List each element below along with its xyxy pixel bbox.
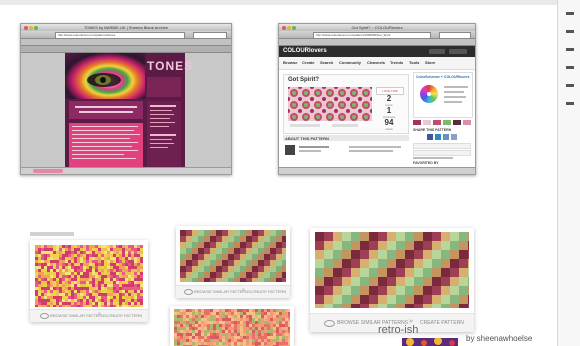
stat-value: 2 [386, 94, 392, 103]
main-nav: Browse Create Search Community Channels … [279, 57, 475, 70]
tab-strip[interactable] [21, 46, 231, 53]
pattern-noise [35, 245, 143, 307]
browser-window-tones[interactable]: TONES by BARBIE.UK | Sheena Blank Archiv… [20, 23, 232, 175]
eye-icon [40, 313, 49, 319]
status-bar [279, 167, 475, 174]
pattern-card-diagonal-small[interactable]: BROWSE SIMILAR PATTERNS » CREATE PATTERN [176, 226, 290, 298]
page-viewport: TONES [21, 53, 231, 167]
nav-tools[interactable]: Tools [409, 60, 419, 65]
site-header: COLOURlovers [279, 46, 475, 57]
nav-store[interactable]: Store [425, 60, 435, 65]
stat-value: 94 [384, 118, 394, 127]
love-label: LOVE THIS [382, 89, 398, 93]
stat-label: views [385, 127, 393, 131]
nav-search[interactable]: Search [320, 60, 333, 65]
page-column: TONES [65, 53, 192, 167]
toolbar: http://www.colourlovers.com/patterns/ton… [21, 31, 231, 39]
swatch-row [413, 120, 471, 125]
nav-browse[interactable]: Browse [283, 60, 297, 65]
create-pattern-link[interactable]: CREATE PATTERN [107, 313, 142, 318]
pattern-name-retro[interactable]: retro-ish [378, 324, 418, 336]
about-header: ABOUT THIS PATTERN [283, 135, 409, 141]
article-body [69, 123, 143, 167]
stat-views: 94 views [378, 118, 400, 132]
nav-channels[interactable]: Channels [367, 60, 385, 65]
pattern-card-peach[interactable] [170, 306, 294, 346]
url-field[interactable]: http://www.colourlovers.com/patterns/ton… [55, 32, 185, 39]
eye-icon [184, 289, 193, 295]
pattern-diagonal-large [315, 232, 469, 308]
search-input[interactable] [193, 32, 227, 39]
pattern-diagonal-small [180, 230, 286, 282]
pattern-author[interactable]: by sheenawhoelse [466, 334, 532, 343]
create-pattern-link[interactable]: CREATE PATTERN [251, 289, 286, 294]
pattern-preview[interactable] [288, 87, 372, 121]
email-icon[interactable] [451, 134, 457, 140]
intro-panel [69, 101, 143, 119]
site-logo[interactable]: COLOURlovers [283, 48, 327, 54]
bookmarks-bar[interactable] [279, 39, 475, 46]
bookmarks-bar[interactable] [21, 39, 231, 46]
top-divider [0, 0, 580, 5]
author-avatar[interactable] [285, 145, 295, 155]
stat-value: 1 [386, 106, 392, 115]
share-heading: SHARE THIS PATTERN [413, 128, 452, 132]
pattern-box: Got Spirit? LOVE THIS 2 loves 1 comment … [283, 74, 409, 134]
page-viewport: COLOURlovers Browse Create Search Commun… [279, 46, 475, 167]
pattern-card-noise[interactable]: BROWSE SIMILAR PATTERNS » CREATE PATTERN [30, 240, 148, 322]
header-eye-image [65, 53, 145, 99]
right-scroll-strip[interactable] [558, 0, 580, 346]
retro-thumbnail[interactable] [402, 338, 458, 346]
create-pattern-link[interactable]: CREATE PATTERN [420, 320, 464, 326]
login-button[interactable] [429, 49, 445, 54]
card-footer: BROWSE SIMILAR PATTERNS » CREATE PATTERN [176, 285, 290, 298]
nav-community[interactable]: Community [339, 60, 361, 65]
url-field[interactable]: http://www.colourlovers.com/pattern/1000… [313, 32, 431, 39]
window-title: TONES by BARBIE.UK | Sheena Blank Archiv… [84, 25, 168, 30]
pattern-title: Got Spirit? [288, 77, 319, 83]
share-icon[interactable] [443, 134, 449, 140]
browser-window-colourlovers[interactable]: Got Spirit? :: COLOURlovers http://www.c… [278, 23, 476, 175]
card-footer: BROWSE SIMILAR PATTERNS » CREATE PATTERN [30, 309, 148, 322]
ad-logo: ColorSchemer + COLOURlovers [416, 75, 470, 79]
window-title: Got Spirit? :: COLOURlovers [351, 25, 403, 30]
search-input[interactable] [439, 32, 471, 39]
pattern-card-diagonal-large[interactable]: BROWSE SIMILAR PATTERNS » CREATE PATTERN [310, 228, 474, 332]
chevron-right-icon: » [242, 287, 245, 293]
twitter-icon[interactable] [435, 134, 441, 140]
about-heading: ABOUT THIS PATTERN [285, 136, 329, 141]
toolbar: http://www.colourlovers.com/pattern/1000… [279, 31, 475, 39]
partial-text-fragment [30, 232, 74, 236]
eye-icon [324, 320, 335, 327]
nav-trends[interactable]: Trends [390, 60, 403, 65]
status-bar [21, 167, 231, 174]
site-banner: TONES [147, 59, 194, 73]
chevron-right-icon: » [98, 311, 101, 317]
nav-create[interactable]: Create [302, 60, 314, 65]
pattern-peach [174, 309, 290, 346]
favorited-heading: FAVORITED BY [413, 161, 439, 165]
facebook-icon[interactable] [427, 134, 433, 140]
sidebar-ad[interactable]: ColorSchemer + COLOURlovers [413, 72, 473, 118]
sidebar [147, 101, 181, 167]
signup-button[interactable] [449, 49, 467, 54]
